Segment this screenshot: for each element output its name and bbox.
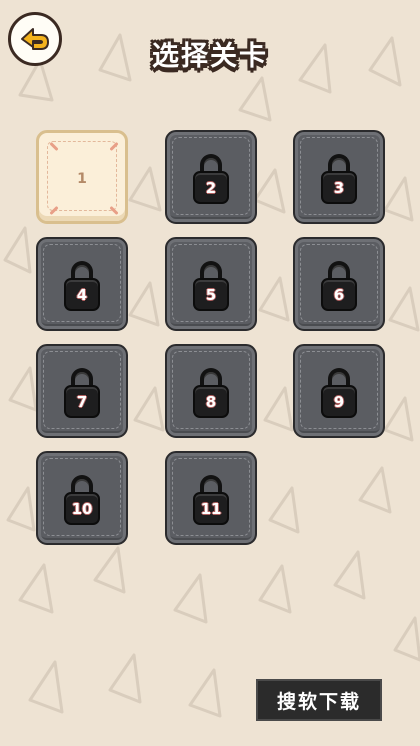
padlock-icon: 10: [64, 475, 100, 525]
level-number: 10: [64, 492, 100, 525]
level-tile-3[interactable]: 3: [293, 130, 385, 224]
download-button[interactable]: 搜软下载: [256, 679, 382, 721]
level-tile-11[interactable]: 11: [165, 451, 257, 545]
level-number: 7: [64, 385, 100, 418]
level-tile-2[interactable]: 2: [165, 130, 257, 224]
level-number: 3: [321, 171, 357, 204]
padlock-icon: 5: [193, 261, 229, 311]
level-tile-4[interactable]: 4: [36, 237, 128, 331]
level-tile-5[interactable]: 5: [165, 237, 257, 331]
padlock-icon: 8: [193, 368, 229, 418]
level-number: 11: [193, 492, 229, 525]
level-tile-7[interactable]: 7: [36, 344, 128, 438]
level-number: 6: [321, 278, 357, 311]
padlock-icon: 2: [193, 154, 229, 204]
level-number: 1: [77, 170, 87, 187]
padlock-icon: 7: [64, 368, 100, 418]
level-number: 2: [193, 171, 229, 204]
level-number: 8: [193, 385, 229, 418]
level-number: 4: [64, 278, 100, 311]
padlock-icon: 6: [321, 261, 357, 311]
level-number: 5: [193, 278, 229, 311]
padlock-icon: 9: [321, 368, 357, 418]
level-tile-6[interactable]: 6: [293, 237, 385, 331]
level-tile-9[interactable]: 9: [293, 344, 385, 438]
padlock-icon: 11: [193, 475, 229, 525]
padlock-icon: 4: [64, 261, 100, 311]
padlock-icon: 3: [321, 154, 357, 204]
level-tile-1[interactable]: 1: [36, 130, 128, 224]
page-title: 选择关卡: [152, 41, 268, 72]
level-number: 9: [321, 385, 357, 418]
level-tile-8[interactable]: 8: [165, 344, 257, 438]
level-tile-10[interactable]: 10: [36, 451, 128, 545]
